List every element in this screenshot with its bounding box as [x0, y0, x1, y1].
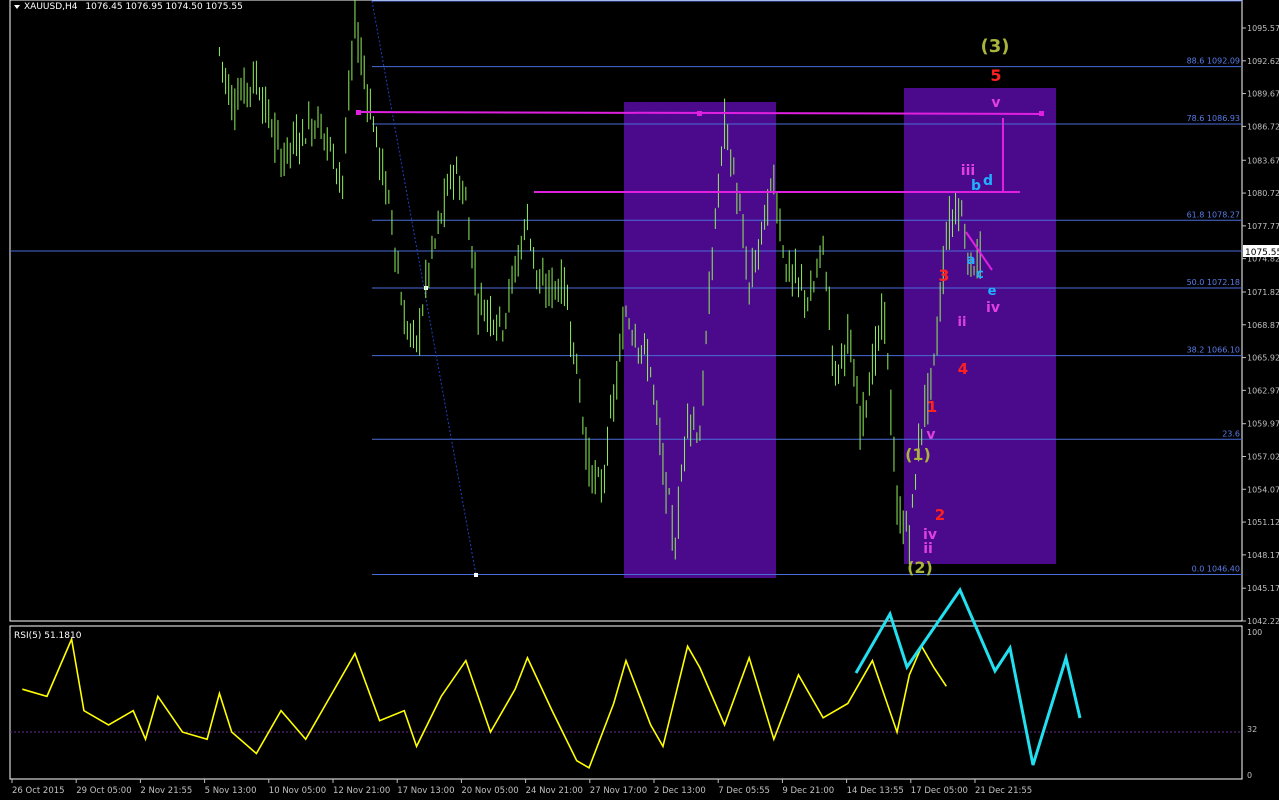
time-tick-label: 14 Dec 13:55: [847, 786, 904, 796]
price-tick-label: 1065.92: [1247, 354, 1279, 363]
rsi-axis: 100 32 0: [1247, 628, 1262, 780]
time-tick-label: 2 Dec 13:00: [654, 786, 706, 796]
wave-label: ii: [923, 541, 933, 557]
time-tick-label: 20 Nov 05:00: [461, 786, 518, 796]
price-tick-label: 1092.62: [1247, 57, 1279, 66]
price-tick-label: 1080.72: [1247, 189, 1279, 198]
price-tick-label: 1059.97: [1247, 420, 1279, 429]
line-handle-mid[interactable]: [697, 111, 702, 116]
price-axis: 1095.57 1092.62 1089.67 1086.72 1083.67 1080.…: [1242, 24, 1279, 626]
symbol-label[interactable]: XAUUSD,H4 1076.45 1076.95 1074.50 1075.5…: [24, 2, 243, 12]
price-tick-label: 1083.67: [1247, 156, 1279, 165]
rsi-tick-label: 100: [1247, 628, 1262, 637]
wave-label: 2: [935, 506, 945, 524]
fib-label: 0.0 1046.40: [1192, 565, 1240, 574]
fib-label: 78.6 1086.93: [1187, 114, 1240, 123]
wave-label: e: [988, 284, 997, 299]
rsi-tick-label: 0: [1247, 771, 1252, 780]
line-handle-right[interactable]: [1039, 111, 1044, 116]
fib-label: 23.6: [1222, 429, 1240, 438]
fib-anchor-point[interactable]: [474, 573, 478, 577]
time-tick-label: 7 Dec 05:55: [718, 786, 770, 796]
price-tick-label: 1062.97: [1247, 386, 1279, 395]
price-tick-label: 1071.82: [1247, 288, 1279, 297]
wave-label: a: [967, 253, 976, 268]
time-tick-label: 10 Nov 05:00: [269, 786, 326, 796]
time-tick-label: 24 Nov 21:00: [526, 786, 583, 796]
price-tick-label: 1068.87: [1247, 321, 1279, 330]
zone-box-right: [904, 88, 1056, 564]
wave-label: iii: [961, 163, 975, 179]
price-tick-label: 1089.67: [1247, 90, 1279, 99]
price-tick-label: 1042.22: [1247, 617, 1279, 626]
time-tick-label: 27 Nov 17:00: [590, 786, 647, 796]
zone-box-left: [624, 102, 776, 578]
wave-label: iv: [986, 300, 1000, 316]
wave-label: (1): [905, 445, 931, 464]
wave-label: 5: [990, 66, 1001, 85]
price-tick-label: 1051.12: [1247, 518, 1279, 527]
wave-label: ii: [958, 315, 967, 330]
time-tick-label: 17 Nov 13:00: [397, 786, 454, 796]
wave-label: c: [976, 267, 984, 282]
wave-label: 3: [938, 266, 949, 285]
wave-label: b: [971, 178, 981, 194]
fib-label: 88.6 1092.09: [1187, 57, 1240, 66]
time-tick-label: 9 Dec 21:00: [782, 786, 834, 796]
rsi-label: RSI(5) 51.1810: [14, 631, 82, 641]
price-tick-label: 1045.17: [1247, 584, 1279, 593]
wave-label: d: [983, 173, 993, 189]
price-tick-label: 1086.72: [1247, 122, 1279, 131]
current-price-label: 1075.55: [1245, 248, 1279, 258]
price-tick-label: 1054.07: [1247, 485, 1279, 494]
rsi-pane[interactable]: [9, 625, 1243, 780]
rsi-tick-label: 32: [1247, 725, 1257, 734]
price-tick-label: 1048.17: [1247, 551, 1279, 560]
price-tick-label: 1077.77: [1247, 222, 1279, 231]
time-tick-label: 21 Dec 21:55: [975, 786, 1032, 796]
time-tick-label: 12 Nov 21:00: [333, 786, 390, 796]
chart-canvas[interactable]: 88.6 1092.0978.6 1086.9361.8 1078.2750.0…: [0, 0, 1279, 800]
line-handle-left[interactable]: [356, 110, 361, 115]
wave-label: 1: [927, 398, 937, 416]
fib-label: 50.0 1072.18: [1187, 278, 1240, 287]
fib-label: 61.8 1078.27: [1187, 210, 1240, 219]
time-tick-label: 5 Nov 13:00: [205, 786, 257, 796]
wave-label: (2): [907, 558, 933, 577]
wave-label: (3): [981, 36, 1010, 57]
time-axis: 26 Oct 2015 29 Oct 05:00 2 Nov 21:55 5 Nov …: [11, 779, 1032, 796]
fib-label: 38.2 1066.10: [1187, 346, 1240, 355]
time-tick-label: 17 Dec 05:00: [911, 786, 968, 796]
time-tick-label: 2 Nov 21:55: [140, 786, 192, 796]
time-tick-label: 29 Oct 05:00: [76, 786, 131, 796]
price-tick-label: 1095.57: [1247, 24, 1279, 33]
wave-label: v: [991, 95, 1000, 111]
wave-label: 4: [958, 360, 968, 378]
wave-label: v: [926, 427, 935, 443]
price-tick-label: 1057.02: [1247, 452, 1279, 461]
time-tick-label: 26 Oct 2015: [12, 786, 65, 796]
